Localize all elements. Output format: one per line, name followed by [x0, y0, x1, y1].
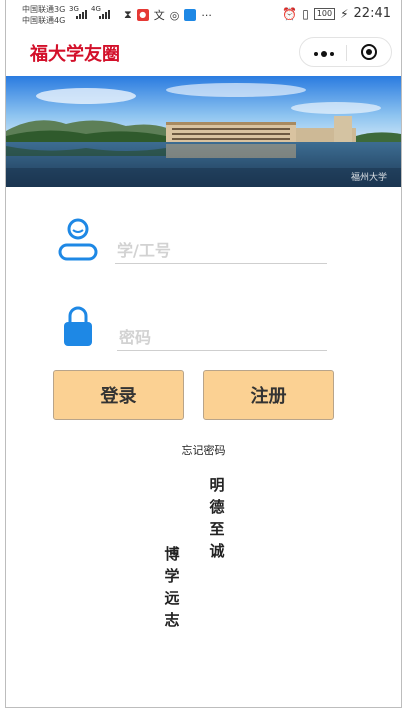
- more-notifications: ···: [201, 8, 212, 22]
- password-input[interactable]: [117, 325, 327, 351]
- campus-scene: [6, 76, 401, 187]
- status-bar: 中国联通3G 中国联通4G 3G 4G ⧗ ● 文 ◎ ··· ⏰ ▯ 100 …: [6, 0, 401, 30]
- carrier-2: 中国联通4G: [22, 16, 66, 25]
- login-button[interactable]: 登录: [53, 370, 184, 420]
- forgot-password-link[interactable]: 忘记密码: [0, 442, 407, 458]
- student-id-input[interactable]: [115, 238, 327, 264]
- carrier-1: 中国联通3G: [22, 5, 66, 14]
- register-button[interactable]: 注册: [203, 370, 334, 420]
- motto-line-1: 明德至诚: [209, 476, 225, 560]
- motto-line-2: 博学远志: [164, 545, 180, 629]
- app-notification-icon: [184, 9, 197, 21]
- campus-banner-image: 福州大学: [6, 76, 401, 187]
- clock: 22:41: [353, 6, 391, 21]
- user-icon: [58, 217, 98, 265]
- capsule-divider: [346, 45, 347, 61]
- page-title: 福大学友圈: [30, 44, 120, 65]
- miniprogram-capsule: [299, 37, 392, 67]
- lock-icon: [63, 305, 93, 351]
- signal-icon: [76, 10, 87, 19]
- signal-icon: [99, 10, 110, 19]
- battery-icon: 100: [313, 7, 336, 20]
- more-icon[interactable]: [314, 51, 334, 57]
- notification-icons: ⧗ ● 文 ◎ ···: [124, 7, 212, 23]
- app-notification-icon: ●: [136, 9, 149, 21]
- alarm-icon: ⏰: [282, 6, 298, 21]
- close-miniprogram-icon[interactable]: [361, 44, 377, 60]
- charging-icon: ⚡: [340, 6, 349, 21]
- status-right: ⏰ ▯ 100 ⚡ 22:41: [282, 6, 391, 21]
- banner-watermark: 福州大学: [350, 173, 387, 183]
- alarm-app-icon: ◎: [169, 8, 180, 22]
- carrier-info: 中国联通3G 中国联通4G: [22, 4, 65, 26]
- vibrate-icon: ▯: [302, 6, 309, 21]
- nav-bar: 福大学友圈: [6, 30, 401, 76]
- translate-icon: 文: [153, 9, 165, 22]
- hourglass-icon: ⧗: [124, 8, 132, 21]
